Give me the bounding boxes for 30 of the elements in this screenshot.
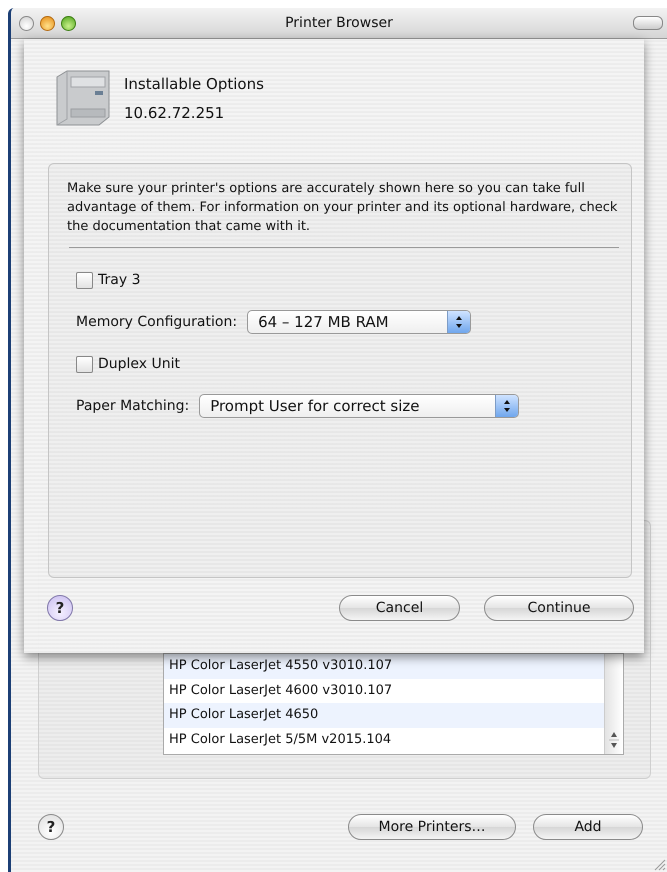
- checkbox-label: Tray 3: [98, 272, 140, 288]
- checkbox[interactable]: [76, 356, 93, 372]
- printer-address: 10.62.72.251: [124, 104, 226, 122]
- aqua-button[interactable]: Continue: [484, 595, 634, 621]
- minimize-button[interactable]: [40, 16, 55, 30]
- sheet-title: Installable Options: [124, 74, 264, 92]
- description-text: Make sure your printer's options are accurately shown here so you can take full advantage of them. For information on your printer and its optional hardware, check the documentation that came with it.: [67, 180, 618, 236]
- window-title: Printer Browser: [285, 15, 393, 31]
- toolbar-toggle-button[interactable]: [633, 16, 663, 30]
- aqua-button[interactable]: Cancel: [339, 595, 460, 621]
- aqua-button[interactable]: More Printers…: [348, 814, 516, 840]
- aqua-button[interactable]: Add: [533, 814, 643, 840]
- printer-list-row[interactable]: HP Color LaserJet 4550 v3010.107: [164, 654, 604, 678]
- stepper-arrows-icon: [503, 399, 512, 413]
- scroll-bar[interactable]: [604, 654, 623, 754]
- popup-menu[interactable]: 64 – 127 MB RAM: [247, 310, 472, 334]
- zoom-button[interactable]: [61, 16, 76, 30]
- resize-grip-icon[interactable]: [652, 857, 666, 871]
- stepper-arrows-icon: [455, 315, 464, 329]
- checkbox[interactable]: [76, 272, 93, 288]
- help-button[interactable]: ?: [38, 814, 64, 840]
- printer-list-row[interactable]: HP Color LaserJet 5/5M v2015.104: [164, 728, 604, 752]
- checkbox-label: Duplex Unit: [98, 356, 180, 372]
- popup-menu[interactable]: Prompt User for correct size: [199, 394, 520, 418]
- field-label: Memory Configuration:: [76, 314, 238, 330]
- printer-list-row[interactable]: HP Color LaserJet 4650: [164, 703, 604, 728]
- printer-list-row[interactable]: HP Color LaserJet 4600 v3010.107: [164, 678, 604, 703]
- field-label: Paper Matching:: [76, 398, 190, 414]
- help-button[interactable]: ?: [47, 595, 73, 621]
- close-button[interactable]: [19, 16, 34, 30]
